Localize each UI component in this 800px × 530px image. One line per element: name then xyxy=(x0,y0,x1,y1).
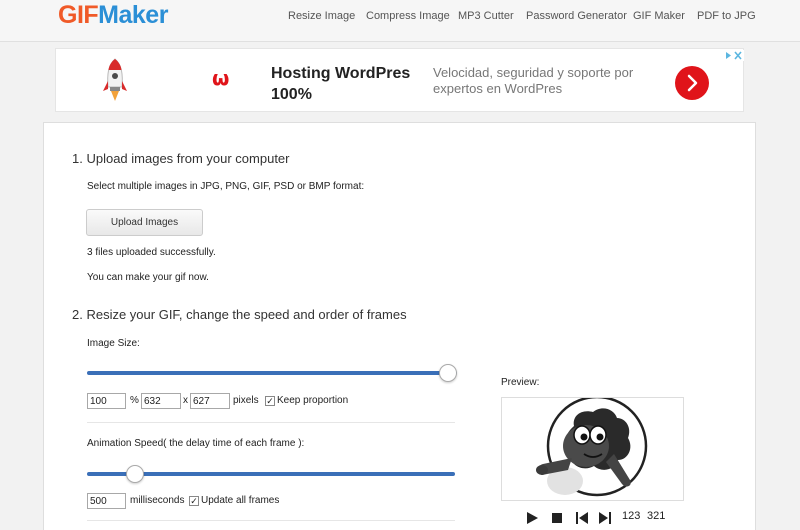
nav-mp3-cutter[interactable]: MP3 Cutter xyxy=(458,10,514,22)
width-input[interactable]: 632 xyxy=(141,393,181,409)
order-ascending-label: 123 xyxy=(622,510,641,522)
delay-input[interactable]: 500 xyxy=(87,493,126,509)
preview-controls: 123 321 xyxy=(501,508,684,528)
update-all-frames-checkbox[interactable]: ✓ xyxy=(189,496,199,506)
hosting-brand-logo: ω xyxy=(212,66,229,90)
gif-preview xyxy=(501,395,684,501)
animation-speed-slider[interactable] xyxy=(87,463,455,485)
step2-title: 2. Resize your GIF, change the speed and… xyxy=(72,307,407,322)
keep-proportion-label: Keep proportion xyxy=(277,395,349,406)
image-size-slider[interactable] xyxy=(87,362,457,384)
nav-password-generator[interactable]: Password Generator xyxy=(526,10,627,22)
percent-input[interactable]: 100 xyxy=(87,393,126,409)
preview-sheep-image xyxy=(536,395,648,497)
site-header: GIFMaker Resize Image Compress Image MP3… xyxy=(0,0,800,42)
nav-gif-maker[interactable]: GIF Maker xyxy=(633,10,685,22)
nav-resize-image[interactable]: Resize Image xyxy=(288,10,355,22)
stop-icon[interactable] xyxy=(551,512,563,524)
times-sign: x xyxy=(183,395,188,406)
chevron-right-icon xyxy=(687,74,698,92)
divider xyxy=(87,422,455,423)
order-descending-icon[interactable]: 321 xyxy=(647,510,665,522)
logo-maker: Maker xyxy=(98,1,168,29)
next-frame-icon[interactable] xyxy=(598,511,612,525)
ad-logo-text: ω xyxy=(212,66,229,90)
height-input[interactable]: 627 xyxy=(190,393,230,409)
animation-speed-label: Animation Speed( the delay time of each … xyxy=(87,438,305,449)
update-all-frames-label: Update all frames xyxy=(201,495,280,506)
step1-title: 1. Upload images from your computer xyxy=(72,151,290,166)
previous-frame-icon[interactable] xyxy=(575,511,589,525)
divider xyxy=(87,520,455,521)
upload-images-button[interactable]: Upload Images xyxy=(86,209,203,236)
order-descending-label: 321 xyxy=(647,510,666,522)
rocket-icon xyxy=(103,58,127,101)
order-ascending-icon[interactable]: 123 xyxy=(622,510,640,522)
ad-choices-icon[interactable] xyxy=(724,50,744,61)
logo-gif: GIF xyxy=(58,1,99,29)
percent-sign: % xyxy=(130,395,139,406)
slider-thumb[interactable] xyxy=(125,465,144,483)
ad-description: Velocidad, seguridad y soporte por exper… xyxy=(433,65,634,96)
slider-thumb[interactable] xyxy=(439,364,457,382)
ad-banner[interactable]: ω Hosting WordPres 100% Velocidad, segur… xyxy=(55,48,744,112)
keep-proportion-checkbox[interactable]: ✓ xyxy=(265,396,275,406)
nav-pdf-to-jpg[interactable]: PDF to JPG xyxy=(697,10,756,22)
preview-label: Preview: xyxy=(501,377,540,388)
ad-title[interactable]: Hosting WordPres 100% xyxy=(271,63,421,105)
upload-instructions: Select multiple images in JPG, PNG, GIF,… xyxy=(87,181,365,192)
ad-go-button[interactable] xyxy=(675,66,709,100)
site-logo[interactable]: GIFMaker xyxy=(58,1,168,30)
nav-compress-image[interactable]: Compress Image xyxy=(366,10,450,22)
pixels-label: pixels xyxy=(233,395,259,406)
make-gif-hint: You can make your gif now. xyxy=(87,272,209,283)
upload-status: 3 files uploaded successfully. xyxy=(87,247,216,258)
milliseconds-label: milliseconds xyxy=(130,495,185,506)
image-size-label: Image Size: xyxy=(87,338,140,349)
play-icon[interactable] xyxy=(525,511,539,525)
slider-track[interactable] xyxy=(87,371,457,375)
